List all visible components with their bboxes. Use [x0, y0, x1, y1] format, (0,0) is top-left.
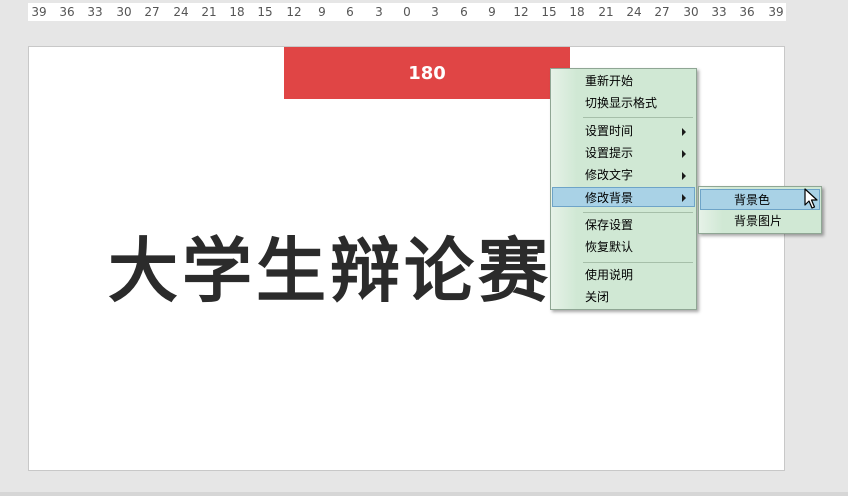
menu-item-set-prompt[interactable]: 设置提示: [552, 143, 695, 163]
menu-item-label: 重新开始: [585, 74, 634, 88]
menu-item-label: 切换显示格式: [585, 96, 658, 110]
menu-separator: [583, 262, 693, 263]
ruler-tick: 21: [201, 5, 217, 19]
ruler-tick: 3: [375, 5, 383, 19]
ruler-tick: 33: [711, 5, 727, 19]
ruler-tick: 6: [346, 5, 354, 19]
menu-item-label: 关闭: [585, 290, 610, 304]
menu-item-label: 设置时间: [585, 124, 634, 138]
timer-display[interactable]: 180: [284, 47, 570, 99]
context-menu: 重新开始 切换显示格式 设置时间 设置提示 修改文字 修改背景 保存设置 恢复默…: [550, 68, 697, 310]
ruler-tick: 30: [683, 5, 699, 19]
ruler-tick: 24: [173, 5, 189, 19]
submenu-item-label: 背景色: [734, 193, 771, 207]
ruler-tick: 12: [513, 5, 529, 19]
ruler-tick: 3: [431, 5, 439, 19]
menu-item-restore-default[interactable]: 恢复默认: [552, 237, 695, 257]
ruler-tick: 39: [768, 5, 784, 19]
ruler-tick: 30: [116, 5, 132, 19]
menu-item-restart[interactable]: 重新开始: [552, 71, 695, 91]
mouse-pointer-icon: [804, 188, 818, 209]
submenu-item-label: 背景图片: [734, 214, 783, 228]
ruler-tick: 36: [59, 5, 75, 19]
submenu-arrow-icon: [682, 150, 686, 158]
ruler-tick: 27: [144, 5, 160, 19]
menu-separator: [583, 117, 693, 118]
ruler-tick: 18: [229, 5, 245, 19]
menu-item-instructions[interactable]: 使用说明: [552, 265, 695, 285]
ruler: 39 36 33 30 27 24 21 18 15 12 9 6 3 0 3 …: [28, 3, 786, 21]
ruler-tick: 9: [488, 5, 496, 19]
ruler-tick: 9: [318, 5, 326, 19]
ruler-tick: 36: [739, 5, 755, 19]
ruler-tick: 27: [654, 5, 670, 19]
menu-item-label: 保存设置: [585, 218, 634, 232]
ruler-tick: 6: [460, 5, 468, 19]
ruler-tick: 21: [598, 5, 614, 19]
ruler-tick: 18: [569, 5, 585, 19]
ruler-tick: 39: [31, 5, 47, 19]
ruler-tick: 33: [87, 5, 103, 19]
submenu-arrow-icon: [682, 194, 686, 202]
menu-item-label: 恢复默认: [585, 240, 634, 254]
menu-item-toggle-format[interactable]: 切换显示格式: [552, 93, 695, 113]
ruler-tick: 0: [403, 5, 411, 19]
window-bottom-edge: [0, 492, 848, 496]
menu-item-set-time[interactable]: 设置时间: [552, 121, 695, 141]
menu-item-label: 使用说明: [585, 268, 634, 282]
menu-item-edit-text[interactable]: 修改文字: [552, 165, 695, 185]
ruler-tick: 15: [541, 5, 557, 19]
submenu-arrow-icon: [682, 172, 686, 180]
ruler-tick: 15: [257, 5, 273, 19]
submenu-arrow-icon: [682, 128, 686, 136]
menu-item-save-settings[interactable]: 保存设置: [552, 215, 695, 235]
menu-item-close[interactable]: 关闭: [552, 287, 695, 307]
ruler-tick: 12: [286, 5, 302, 19]
submenu-item-background-color[interactable]: 背景色: [700, 189, 820, 210]
menu-item-label: 修改背景: [585, 191, 634, 205]
timer-value: 180: [408, 62, 446, 84]
menu-separator: [583, 212, 693, 213]
menu-item-label: 修改文字: [585, 168, 634, 182]
submenu-item-background-image[interactable]: 背景图片: [700, 211, 820, 232]
ruler-tick: 24: [626, 5, 642, 19]
menu-item-edit-background[interactable]: 修改背景: [552, 187, 695, 207]
menu-item-label: 设置提示: [585, 146, 634, 160]
